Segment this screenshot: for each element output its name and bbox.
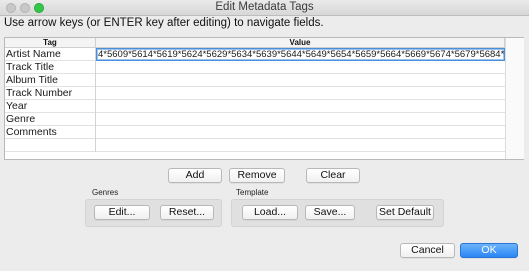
reset-genres-button[interactable]: Reset...	[160, 205, 214, 220]
table-row-empty	[5, 139, 505, 152]
instructions-text: Use arrow keys (or ENTER key after editi…	[4, 17, 324, 29]
value-cell-empty	[96, 139, 505, 152]
table-row-artist-name[interactable]: Artist Name 4*5609*5614*5619*5624*5629*5…	[5, 48, 505, 61]
tag-cell: Artist Name	[5, 48, 96, 61]
tag-cell: Genre	[5, 113, 96, 126]
ok-button[interactable]: OK	[460, 243, 518, 258]
cancel-button[interactable]: Cancel	[400, 243, 455, 258]
table-row-track-title[interactable]: Track Title	[5, 61, 505, 74]
set-default-template-button[interactable]: Set Default	[376, 205, 434, 220]
table-row-comments[interactable]: Comments	[5, 126, 505, 139]
table-scrollbar[interactable]	[505, 38, 524, 159]
table-row-album-title[interactable]: Album Title	[5, 74, 505, 87]
template-group-label: Template	[236, 188, 269, 197]
value-cell-editing[interactable]: 4*5609*5614*5619*5624*5629*5634*5639*564…	[96, 48, 505, 61]
value-text: 4*5609*5614*5619*5624*5629*5634*5639*564…	[98, 49, 505, 60]
clear-button[interactable]: Clear	[306, 168, 360, 183]
metadata-table: Tag Value Artist Name 4*5609*5614*5619*5…	[4, 37, 524, 160]
genres-group-label: Genres	[92, 188, 119, 197]
table-row-genre[interactable]: Genre	[5, 113, 505, 126]
value-cell[interactable]	[96, 87, 505, 100]
value-cell[interactable]	[96, 100, 505, 113]
value-cell[interactable]	[96, 61, 505, 74]
table-row-year[interactable]: Year	[5, 100, 505, 113]
column-header-value[interactable]: Value	[96, 38, 505, 48]
remove-button[interactable]: Remove	[229, 168, 285, 183]
tag-cell: Year	[5, 100, 96, 113]
table-header: Tag Value	[5, 38, 505, 48]
tag-cell: Album Title	[5, 74, 96, 87]
load-template-button[interactable]: Load...	[242, 205, 298, 220]
window-title: Edit Metadata Tags	[215, 1, 314, 13]
value-cell[interactable]	[96, 126, 505, 139]
value-cell[interactable]	[96, 113, 505, 126]
tag-cell-empty	[5, 139, 96, 152]
tag-cell: Track Title	[5, 61, 96, 74]
table-row-track-number[interactable]: Track Number	[5, 87, 505, 100]
column-header-tag[interactable]: Tag	[5, 38, 96, 48]
title-bar: Edit Metadata Tags	[0, 0, 529, 16]
edit-genres-button[interactable]: Edit...	[94, 205, 150, 220]
add-button[interactable]: Add	[168, 168, 222, 183]
tag-cell: Comments	[5, 126, 96, 139]
value-cell[interactable]	[96, 74, 505, 87]
tag-cell: Track Number	[5, 87, 96, 100]
save-template-button[interactable]: Save...	[305, 205, 355, 220]
